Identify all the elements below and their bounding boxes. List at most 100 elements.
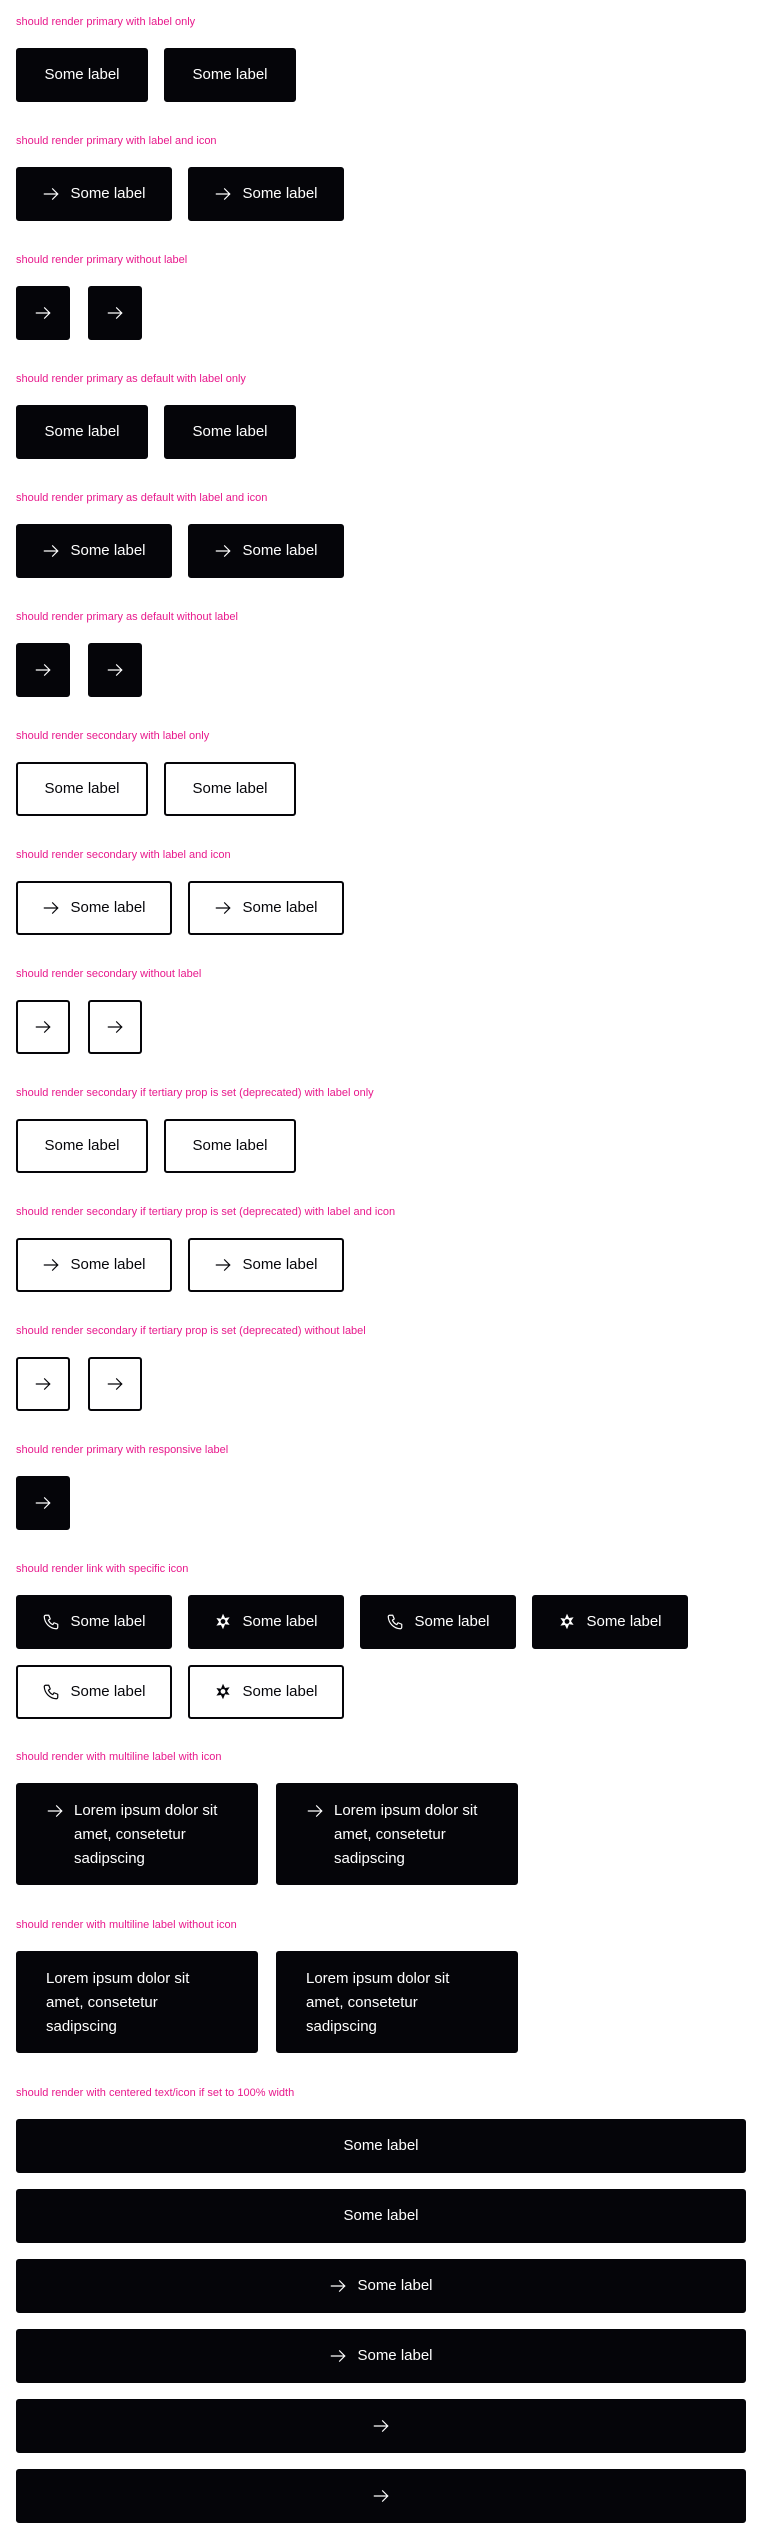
arrow-right-icon bbox=[106, 1375, 124, 1393]
button-label: Some label bbox=[192, 66, 268, 83]
star-burst-icon bbox=[558, 1613, 576, 1631]
primary-button[interactable]: Lorem ipsum dolor sit amet, consetetur s… bbox=[16, 1951, 258, 2053]
secondary-button[interactable]: Some label bbox=[16, 762, 148, 816]
secondary-button[interactable]: Some label bbox=[164, 762, 296, 816]
primary-button[interactable]: Some label bbox=[16, 405, 148, 459]
primary-button[interactable]: Some label bbox=[16, 2189, 746, 2243]
secondary-icon-button[interactable] bbox=[88, 1000, 142, 1054]
button-label: Some label bbox=[357, 2277, 433, 2294]
example-caption: should render with centered text/icon if… bbox=[16, 2087, 295, 2099]
primary-icon-button[interactable] bbox=[16, 643, 70, 697]
secondary-button[interactable]: Some label bbox=[164, 1119, 296, 1173]
button-label: Some label bbox=[70, 1683, 146, 1700]
secondary-icon-button[interactable] bbox=[16, 1000, 70, 1054]
secondary-button[interactable]: Some label bbox=[16, 1119, 148, 1173]
secondary-button[interactable]: Some label bbox=[188, 1665, 344, 1719]
example-caption: should render secondary without label bbox=[16, 968, 202, 980]
secondary-button[interactable]: Some label bbox=[188, 1238, 344, 1292]
button-label: Some label bbox=[44, 66, 120, 83]
example-caption: should render primary as default without… bbox=[16, 611, 238, 623]
example-caption: should render primary with label and ico… bbox=[16, 135, 217, 147]
secondary-button[interactable]: Some label bbox=[188, 881, 344, 935]
button-label: Lorem ipsum dolor sit amet, consetetur s… bbox=[306, 1970, 450, 2035]
arrow-right-icon bbox=[34, 661, 52, 679]
primary-button[interactable]: Some label bbox=[532, 1595, 688, 1649]
button-label: Some label bbox=[44, 1137, 120, 1154]
example-caption: should render secondary with label only bbox=[16, 730, 210, 742]
arrow-right-icon bbox=[42, 899, 60, 917]
button-label: Some label bbox=[242, 542, 318, 559]
button-label: Some label bbox=[242, 185, 318, 202]
arrow-right-icon bbox=[214, 185, 232, 203]
example-caption: should render with multiline label with … bbox=[16, 1751, 222, 1763]
button-label: Some label bbox=[70, 1256, 146, 1273]
arrow-right-icon bbox=[329, 2347, 347, 2365]
primary-button[interactable]: Lorem ipsum dolor sit amet, consetetur s… bbox=[276, 1783, 518, 1885]
arrow-right-icon bbox=[34, 1375, 52, 1393]
arrow-right-icon bbox=[42, 542, 60, 560]
secondary-button[interactable]: Some label bbox=[16, 1238, 172, 1292]
button-label: Some label bbox=[192, 423, 268, 440]
arrow-right-icon bbox=[34, 1494, 52, 1512]
button-label: Some label bbox=[414, 1613, 490, 1630]
example-caption: should render primary without label bbox=[16, 254, 188, 266]
primary-icon-button[interactable] bbox=[16, 1476, 70, 1530]
button-label: Some label bbox=[242, 1256, 318, 1273]
arrow-right-icon bbox=[214, 542, 232, 560]
primary-button[interactable]: Some label bbox=[188, 167, 344, 221]
primary-button[interactable]: Some label bbox=[164, 48, 296, 102]
primary-button[interactable]: Some label bbox=[16, 167, 172, 221]
button-label: Some label bbox=[242, 899, 318, 916]
primary-button[interactable]: Lorem ipsum dolor sit amet, consetetur s… bbox=[276, 1951, 518, 2053]
example-caption: should render with multiline label witho… bbox=[16, 1919, 237, 1931]
button-label: Some label bbox=[242, 1613, 318, 1630]
arrow-right-icon bbox=[42, 185, 60, 203]
button-label: Lorem ipsum dolor sit amet, consetetur s… bbox=[74, 1802, 218, 1867]
button-label: Some label bbox=[70, 185, 146, 202]
primary-icon-button[interactable] bbox=[16, 2469, 746, 2523]
example-caption: should render primary as default with la… bbox=[16, 492, 268, 504]
arrow-right-icon bbox=[42, 1256, 60, 1274]
arrow-right-icon bbox=[106, 1018, 124, 1036]
example-caption: should render secondary if tertiary prop… bbox=[16, 1325, 366, 1337]
phone-icon bbox=[42, 1683, 60, 1701]
button-label: Lorem ipsum dolor sit amet, consetetur s… bbox=[46, 1970, 190, 2035]
primary-icon-button[interactable] bbox=[16, 286, 70, 340]
arrow-right-icon bbox=[106, 304, 124, 322]
star-burst-icon bbox=[214, 1683, 232, 1701]
primary-button[interactable]: Some label bbox=[16, 48, 148, 102]
button-label: Some label bbox=[343, 2207, 419, 2224]
button-label: Some label bbox=[357, 2347, 433, 2364]
primary-icon-button[interactable] bbox=[88, 286, 142, 340]
secondary-icon-button[interactable] bbox=[88, 1357, 142, 1411]
primary-button[interactable]: Some label bbox=[16, 2259, 746, 2313]
primary-button[interactable]: Some label bbox=[188, 1595, 344, 1649]
button-label: Some label bbox=[44, 423, 120, 440]
button-label: Some label bbox=[192, 1137, 268, 1154]
example-caption: should render secondary with label and i… bbox=[16, 849, 231, 861]
button-label: Some label bbox=[70, 542, 146, 559]
primary-button[interactable]: Some label bbox=[164, 405, 296, 459]
primary-button[interactable]: Some label bbox=[16, 2329, 746, 2383]
button-label: Some label bbox=[44, 780, 120, 797]
secondary-icon-button[interactable] bbox=[16, 1357, 70, 1411]
phone-icon bbox=[386, 1613, 404, 1631]
secondary-button[interactable]: Some label bbox=[16, 881, 172, 935]
primary-button[interactable]: Some label bbox=[16, 1595, 172, 1649]
primary-button[interactable]: Some label bbox=[360, 1595, 516, 1649]
primary-button[interactable]: Some label bbox=[16, 2119, 746, 2173]
button-label: Some label bbox=[242, 1683, 318, 1700]
arrow-right-icon bbox=[214, 899, 232, 917]
primary-icon-button[interactable] bbox=[88, 643, 142, 697]
arrow-right-icon bbox=[372, 2487, 390, 2505]
arrow-right-icon bbox=[214, 1256, 232, 1274]
primary-button[interactable]: Some label bbox=[16, 524, 172, 578]
button-label: Some label bbox=[70, 1613, 146, 1630]
secondary-button[interactable]: Some label bbox=[16, 1665, 172, 1719]
primary-button[interactable]: Some label bbox=[188, 524, 344, 578]
button-label: Lorem ipsum dolor sit amet, consetetur s… bbox=[334, 1802, 478, 1867]
primary-button[interactable]: Lorem ipsum dolor sit amet, consetetur s… bbox=[16, 1783, 258, 1885]
arrow-right-icon bbox=[46, 1802, 64, 1820]
arrow-right-icon bbox=[34, 304, 52, 322]
primary-icon-button[interactable] bbox=[16, 2399, 746, 2453]
